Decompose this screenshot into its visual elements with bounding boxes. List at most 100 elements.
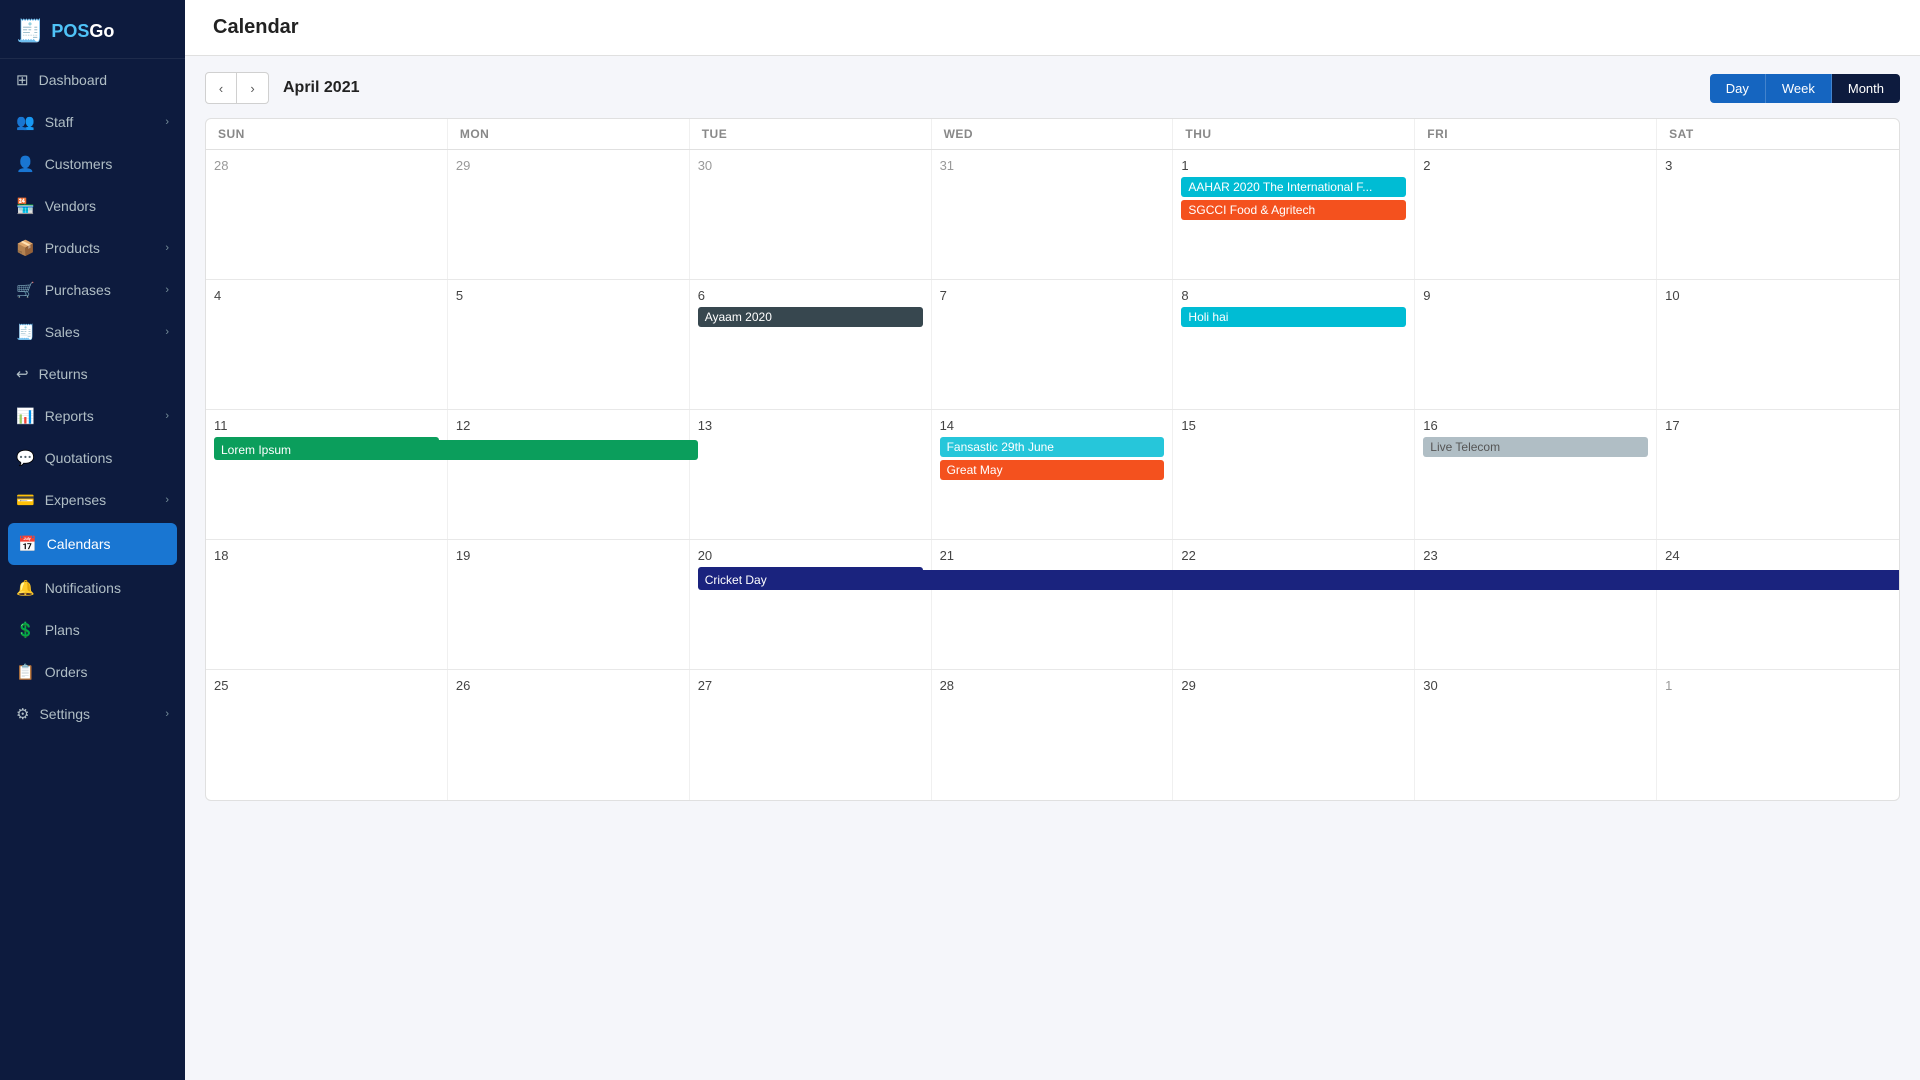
calendar-toolbar: ‹ › April 2021 Day Week Month bbox=[205, 72, 1900, 104]
sidebar-item-products[interactable]: 📦 Products › bbox=[0, 227, 185, 269]
calendar-cell-w1d3[interactable]: 7 bbox=[932, 280, 1174, 409]
event-cricket-day[interactable]: Cricket Day bbox=[698, 570, 1900, 590]
sidebar-label-sales: Sales bbox=[45, 324, 80, 340]
calendar-date: 20 bbox=[698, 548, 923, 563]
calendar-cell-w4d0[interactable]: 25 bbox=[206, 670, 448, 800]
calendar-cell-w4d6[interactable]: 1 bbox=[1657, 670, 1899, 800]
day-header-wed: WED bbox=[932, 119, 1174, 149]
sidebar-label-vendors: Vendors bbox=[45, 198, 96, 214]
calendar-cell-w1d4[interactable]: 8 Holi hai bbox=[1173, 280, 1415, 409]
calendar-cell-w3d1[interactable]: 19 bbox=[448, 540, 690, 669]
calendar-cell-w0d1[interactable]: 29 bbox=[448, 150, 690, 279]
calendar-date: 30 bbox=[1423, 678, 1648, 693]
calendar-date: 23 bbox=[1423, 548, 1648, 563]
sidebar-icon-sales: 🧾 bbox=[16, 323, 35, 341]
calendar-cell-w0d4[interactable]: 1AAHAR 2020 The International F...SGCCI … bbox=[1173, 150, 1415, 279]
calendar-date: 7 bbox=[940, 288, 1165, 303]
sidebar: 🧾 POSGo ⊞ Dashboard 👥 Staff › 👤 Customer… bbox=[0, 0, 185, 1080]
calendar-cell-w4d3[interactable]: 28 bbox=[932, 670, 1174, 800]
calendar-cell-w4d1[interactable]: 26 bbox=[448, 670, 690, 800]
day-header-sat: SAT bbox=[1657, 119, 1899, 149]
calendar-cell-w1d2[interactable]: 6 Ayaam 2020 bbox=[690, 280, 932, 409]
sidebar-label-calendars: Calendars bbox=[47, 536, 111, 552]
sidebar-icon-staff: 👥 bbox=[16, 113, 35, 131]
week-view-button[interactable]: Week bbox=[1766, 74, 1832, 103]
calendar-cell-w1d5[interactable]: 9 bbox=[1415, 280, 1657, 409]
logo-icon: 🧾 bbox=[16, 18, 43, 44]
calendar-date: 27 bbox=[698, 678, 923, 693]
sidebar-item-reports[interactable]: 📊 Reports › bbox=[0, 395, 185, 437]
next-month-button[interactable]: › bbox=[237, 72, 269, 104]
calendar-cell-w2d2[interactable]: 13 bbox=[690, 410, 932, 539]
sidebar-icon-quotations: 💬 bbox=[16, 449, 35, 467]
calendar-cell-w3d2[interactable]: 20Cricket DayCricket Day bbox=[690, 540, 932, 669]
sidebar-icon-orders: 📋 bbox=[16, 663, 35, 681]
sidebar-item-customers[interactable]: 👤 Customers bbox=[0, 143, 185, 185]
calendar-cell-w2d4[interactable]: 15 bbox=[1173, 410, 1415, 539]
calendar-date: 5 bbox=[456, 288, 681, 303]
event-item[interactable]: SGCCI Food & Agritech bbox=[1181, 200, 1406, 220]
sidebar-item-sales[interactable]: 🧾 Sales › bbox=[0, 311, 185, 353]
day-header-fri: FRI bbox=[1415, 119, 1657, 149]
day-view-button[interactable]: Day bbox=[1710, 74, 1766, 103]
calendar-date: 30 bbox=[698, 158, 923, 173]
sidebar-item-expenses[interactable]: 💳 Expenses › bbox=[0, 479, 185, 521]
calendar-cell-w1d1[interactable]: 5 bbox=[448, 280, 690, 409]
calendar-cell-w3d6[interactable]: 24 bbox=[1657, 540, 1899, 669]
sidebar-item-settings[interactable]: ⚙ Settings › bbox=[0, 693, 185, 735]
calendar-cell-w2d3[interactable]: 14 Fansastic 29th June Great May bbox=[932, 410, 1174, 539]
chevron-icon: › bbox=[165, 284, 169, 296]
calendar-cell-w0d2[interactable]: 30 bbox=[690, 150, 932, 279]
sidebar-item-returns[interactable]: ↩ Returns bbox=[0, 353, 185, 395]
calendar-cell-w2d1[interactable]: 12 bbox=[448, 410, 690, 539]
calendar-date: 13 bbox=[698, 418, 923, 433]
sidebar-item-dashboard[interactable]: ⊞ Dashboard bbox=[0, 59, 185, 101]
sidebar-item-orders[interactable]: 📋 Orders bbox=[0, 651, 185, 693]
calendar-date: 25 bbox=[214, 678, 439, 693]
calendar-date: 15 bbox=[1181, 418, 1406, 433]
sidebar-item-vendors[interactable]: 🏪 Vendors bbox=[0, 185, 185, 227]
calendar-cell-w2d0[interactable]: 11Lorem IpsumLorem Ipsum bbox=[206, 410, 448, 539]
calendar-cell-w4d2[interactable]: 27 bbox=[690, 670, 932, 800]
event-item[interactable]: Fansastic 29th June bbox=[940, 437, 1165, 457]
calendar-cell-w0d6[interactable]: 3 bbox=[1657, 150, 1899, 279]
calendar-cell-w3d0[interactable]: 18 bbox=[206, 540, 448, 669]
calendar-cell-w1d6[interactable]: 10 bbox=[1657, 280, 1899, 409]
calendar-date: 6 bbox=[698, 288, 923, 303]
calendar-date: 16 bbox=[1423, 418, 1648, 433]
calendar-cell-w0d5[interactable]: 2 bbox=[1415, 150, 1657, 279]
calendar-cell-w4d5[interactable]: 30 bbox=[1415, 670, 1657, 800]
calendar-cell-w2d5[interactable]: 16 Live Telecom bbox=[1415, 410, 1657, 539]
sidebar-item-notifications[interactable]: 🔔 Notifications bbox=[0, 567, 185, 609]
event-item[interactable]: Holi hai bbox=[1181, 307, 1406, 327]
sidebar-item-quotations[interactable]: 💬 Quotations bbox=[0, 437, 185, 479]
calendar-cell-w3d5[interactable]: 23 bbox=[1415, 540, 1657, 669]
sidebar-label-reports: Reports bbox=[45, 408, 94, 424]
calendar-cell-w2d6[interactable]: 17 bbox=[1657, 410, 1899, 539]
event-item[interactable]: Live Telecom bbox=[1423, 437, 1648, 457]
event-lorem-ipsum[interactable]: Lorem Ipsum bbox=[214, 440, 698, 460]
calendar-cell-w0d0[interactable]: 28 bbox=[206, 150, 448, 279]
calendar-container: ‹ › April 2021 Day Week Month SUNMONTUEW… bbox=[185, 56, 1920, 1080]
calendar-week-2: 11Lorem IpsumLorem Ipsum12 13 14 Fansastic … bbox=[206, 410, 1899, 540]
calendar-cell-w1d0[interactable]: 4 bbox=[206, 280, 448, 409]
calendar-cell-w3d4[interactable]: 22 bbox=[1173, 540, 1415, 669]
calendar-cell-w0d3[interactable]: 31 bbox=[932, 150, 1174, 279]
sidebar-item-plans[interactable]: 💲 Plans bbox=[0, 609, 185, 651]
event-item[interactable]: AAHAR 2020 The International F... bbox=[1181, 177, 1406, 197]
month-view-button[interactable]: Month bbox=[1832, 74, 1900, 103]
sidebar-icon-reports: 📊 bbox=[16, 407, 35, 425]
event-item[interactable]: Great May bbox=[940, 460, 1165, 480]
sidebar-label-settings: Settings bbox=[39, 706, 90, 722]
calendar-cell-w4d4[interactable]: 29 bbox=[1173, 670, 1415, 800]
calendar-date: 14 bbox=[940, 418, 1165, 433]
prev-month-button[interactable]: ‹ bbox=[205, 72, 237, 104]
day-header-tue: TUE bbox=[690, 119, 932, 149]
sidebar-item-purchases[interactable]: 🛒 Purchases › bbox=[0, 269, 185, 311]
sidebar-item-staff[interactable]: 👥 Staff › bbox=[0, 101, 185, 143]
calendar-cell-w3d3[interactable]: 21 bbox=[932, 540, 1174, 669]
calendar-date: 8 bbox=[1181, 288, 1406, 303]
sidebar-item-calendars[interactable]: 📅 Calendars bbox=[8, 523, 177, 565]
sidebar-label-returns: Returns bbox=[39, 366, 88, 382]
event-item[interactable]: Ayaam 2020 bbox=[698, 307, 923, 327]
